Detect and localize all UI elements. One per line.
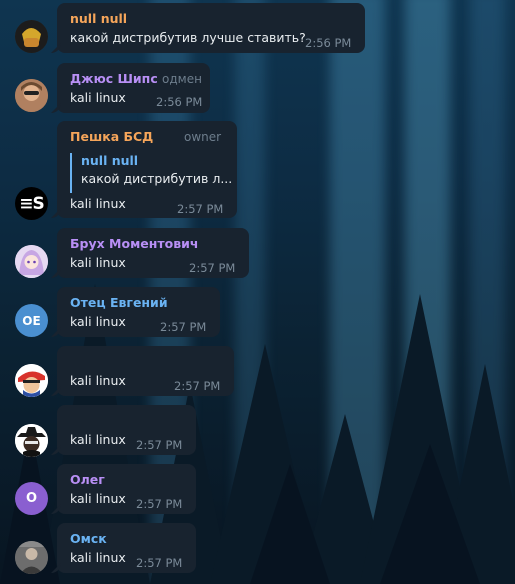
message-time: 2:57 PM xyxy=(136,556,183,570)
anime-character-avatar[interactable] xyxy=(15,20,48,53)
role-badge: owner xyxy=(184,130,222,144)
role-badge: одмен xyxy=(162,72,202,86)
message-time: 2:56 PM xyxy=(305,36,352,50)
message-time: 2:57 PM xyxy=(136,438,183,452)
message-text: kali linux xyxy=(70,491,126,506)
message-text: kali linux xyxy=(70,314,126,329)
photo-avatar[interactable] xyxy=(15,541,48,574)
message-time: 2:57 PM xyxy=(136,497,183,511)
avatar-initials: О xyxy=(25,491,38,506)
message-text: kali linux xyxy=(70,255,126,270)
message-time: 2:57 PM xyxy=(177,202,224,216)
message-bubble[interactable]: null null какой дистрибутив лучше ставит… xyxy=(57,3,365,53)
message-bubble[interactable]: Пешка БСД owner null null какой дистрибу… xyxy=(57,121,237,218)
message-time: 2:57 PM xyxy=(174,379,221,393)
message-bubble[interactable]: Омск kali linux 2:57 PM xyxy=(57,523,196,573)
message-bubble[interactable]: Олег kali linux 2:57 PM xyxy=(57,464,196,514)
message-bubble[interactable]: kali linux 2:57 PM xyxy=(57,405,196,455)
anime-girl-avatar[interactable] xyxy=(15,245,48,278)
reply-quote[interactable]: null null какой дистрибутив л... xyxy=(70,153,232,193)
message-text: kali linux xyxy=(70,432,126,447)
sender-name[interactable]: Джюс Шипс xyxy=(70,71,158,86)
sender-name[interactable]: Пешка БСД xyxy=(70,129,153,144)
message-text: kali linux xyxy=(70,550,126,565)
cowboy-avatar[interactable] xyxy=(15,424,48,457)
message-text: kali linux xyxy=(70,90,126,105)
message-bubble[interactable]: Отец Евгений kali linux 2:57 PM xyxy=(57,287,220,337)
reply-text: какой дистрибутив л... xyxy=(81,171,233,186)
chat-history: null null какой дистрибутив лучше ставит… xyxy=(0,0,515,584)
es-logo-glyph: ≡S xyxy=(19,193,44,214)
message-text: kali linux xyxy=(70,196,126,211)
message-text: kali linux xyxy=(70,373,126,388)
photo-avatar[interactable] xyxy=(15,79,48,112)
message-bubble[interactable]: kali linux 2:57 PM xyxy=(57,346,234,396)
message-bubble[interactable]: Брух Моментович kali linux 2:57 PM xyxy=(57,228,249,278)
es-logo-avatar[interactable]: ≡S xyxy=(15,187,48,220)
message-bubble[interactable]: Джюс Шипс одмен kali linux 2:56 PM xyxy=(57,63,210,113)
cartoon-avatar[interactable] xyxy=(15,364,48,397)
initials-avatar[interactable]: О xyxy=(15,482,48,515)
initials-avatar[interactable]: ОЕ xyxy=(15,304,48,337)
reply-sender: null null xyxy=(81,153,139,168)
message-time: 2:57 PM xyxy=(189,261,236,275)
sender-name[interactable]: Отец Евгений xyxy=(70,295,168,310)
message-time: 2:56 PM xyxy=(156,95,203,109)
sender-name[interactable]: Омск xyxy=(70,531,107,546)
message-time: 2:57 PM xyxy=(160,320,207,334)
sender-name[interactable]: Олег xyxy=(70,472,105,487)
message-text: какой дистрибутив лучше ставить? xyxy=(70,30,306,45)
sender-name[interactable]: Брух Моментович xyxy=(70,236,198,251)
avatar-initials: ОЕ xyxy=(22,313,41,328)
sender-name[interactable]: null null xyxy=(70,11,127,26)
